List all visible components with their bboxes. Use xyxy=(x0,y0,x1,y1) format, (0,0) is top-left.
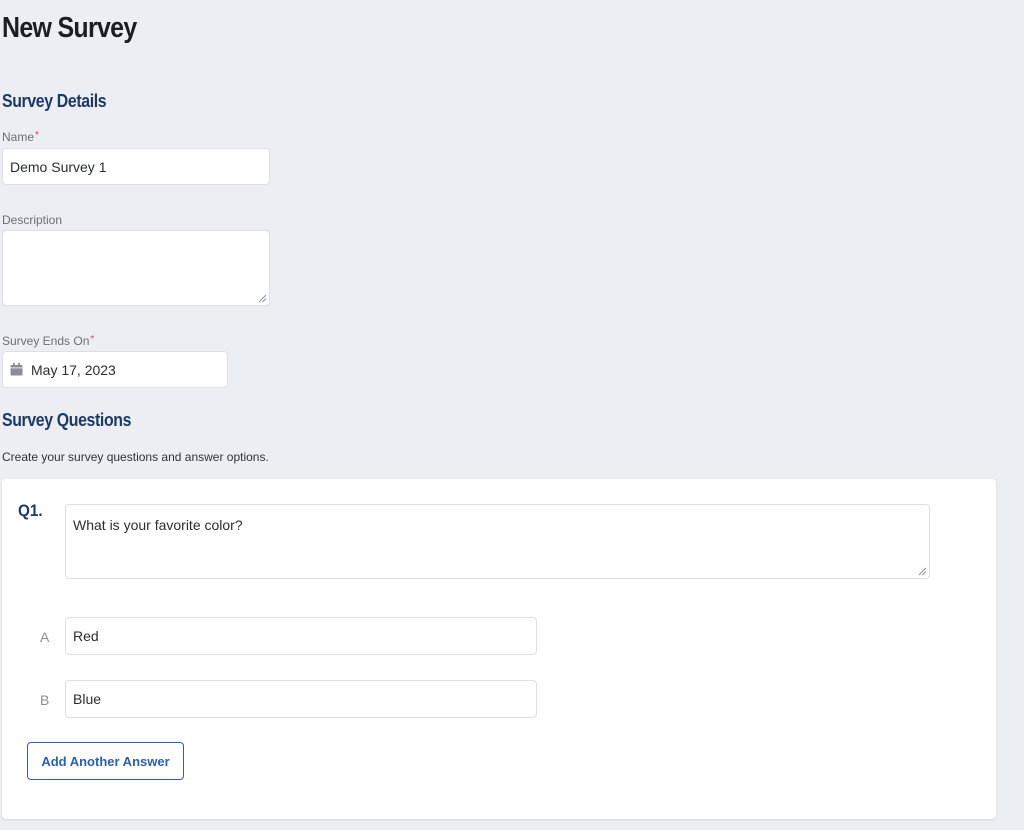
question-text-input[interactable]: What is your favorite color? xyxy=(65,504,930,579)
required-mark: * xyxy=(90,334,95,345)
question-card: Q1. What is your favorite color? A Red B… xyxy=(2,479,996,819)
ends-on-label-text: Survey Ends On xyxy=(2,334,90,348)
name-input[interactable]: Demo Survey 1 xyxy=(2,148,270,185)
ends-on-date-input[interactable]: May 17, 2023 xyxy=(2,351,228,388)
page-title: New Survey xyxy=(2,12,137,44)
answer-input-a[interactable]: Red xyxy=(65,617,537,655)
answer-value-a: Red xyxy=(73,628,99,644)
survey-details-heading: Survey Details xyxy=(2,91,107,111)
question-text-value: What is your favorite color? xyxy=(73,517,243,533)
resize-handle-icon[interactable] xyxy=(918,567,927,576)
answer-input-b[interactable]: Blue xyxy=(65,680,537,718)
add-another-answer-button[interactable]: Add Another Answer xyxy=(27,742,184,780)
description-label: Description xyxy=(2,213,63,227)
ends-on-date-value: May 17, 2023 xyxy=(31,361,116,378)
question-number: Q1. xyxy=(18,501,43,520)
name-input-value: Demo Survey 1 xyxy=(10,158,107,175)
name-label-text: Name xyxy=(2,130,35,144)
survey-questions-heading: Survey Questions xyxy=(2,410,132,430)
required-mark: * xyxy=(35,130,39,141)
description-textarea[interactable] xyxy=(2,230,270,306)
questions-helper-text: Create your survey questions and answer … xyxy=(2,450,269,464)
answer-letter-b: B xyxy=(40,692,50,708)
resize-handle-icon[interactable] xyxy=(258,294,267,303)
name-label: Name* xyxy=(2,130,39,144)
answer-letter-a: A xyxy=(40,629,50,645)
ends-on-label: Survey Ends On* xyxy=(2,334,94,348)
calendar-icon xyxy=(10,363,23,376)
answer-value-b: Blue xyxy=(73,691,102,707)
